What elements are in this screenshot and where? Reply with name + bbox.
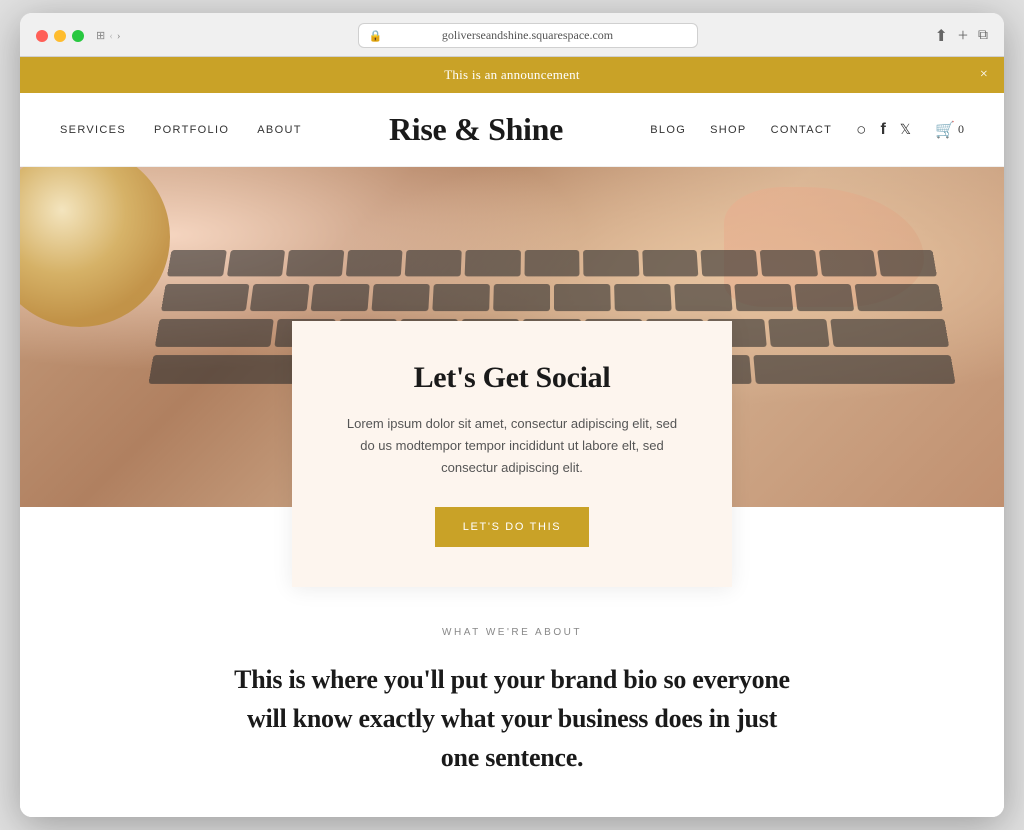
social-icons <box>856 120 911 140</box>
nav-left-links: SERVICES PORTFOLIO ABOUT <box>60 124 302 136</box>
browser-chrome: ⊞ ‹ › 🔒 goliverseandshine.squarespace.co… <box>20 13 1004 57</box>
cart-icon: 🛒 <box>935 120 955 140</box>
hero-section: Let's Get Social Lorem ipsum dolor sit a… <box>20 167 1004 507</box>
lock-icon: 🔒 <box>369 29 383 42</box>
nav-link-services[interactable]: SERVICES <box>60 124 126 136</box>
address-bar-wrap: 🔒 goliverseandshine.squarespace.com <box>133 23 923 48</box>
new-tab-icon[interactable]: + <box>958 25 968 46</box>
nav-link-shop[interactable]: SHOP <box>710 124 746 136</box>
address-bar[interactable]: 🔒 goliverseandshine.squarespace.com <box>358 23 698 48</box>
sidebar-toggle-icon[interactable]: ⊞ <box>96 29 105 42</box>
twitter-icon[interactable] <box>900 121 911 139</box>
back-button[interactable]: ‹ <box>109 30 113 42</box>
url-text: goliverseandshine.squarespace.com <box>442 28 613 42</box>
cart-button[interactable]: 🛒 0 <box>935 120 964 140</box>
nav-link-contact[interactable]: CONTACT <box>771 124 833 136</box>
tabs-icon[interactable]: ⧉ <box>978 28 988 44</box>
instagram-icon[interactable] <box>856 120 866 140</box>
hero-card: Let's Get Social Lorem ipsum dolor sit a… <box>292 321 732 587</box>
announcement-text: This is an announcement <box>444 67 580 82</box>
section-headline: This is where you'll put your brand bio … <box>232 660 792 777</box>
share-icon[interactable]: ⬆ <box>934 26 947 46</box>
browser-right-controls: ⬆ + ⧉ <box>934 25 988 46</box>
card-body: Lorem ipsum dolor sit amet, consectur ad… <box>342 413 682 479</box>
nav-link-blog[interactable]: BLOG <box>650 124 686 136</box>
website-content: This is an announcement × SERVICES PORTF… <box>20 57 1004 817</box>
section-eyebrow: WHAT WE'RE ABOUT <box>20 627 1004 638</box>
browser-nav-controls: ⊞ ‹ › <box>96 29 121 42</box>
site-logo[interactable]: Rise & Shine <box>389 111 563 148</box>
announcement-close-button[interactable]: × <box>980 67 988 83</box>
navigation: SERVICES PORTFOLIO ABOUT Rise & Shine BL… <box>20 93 1004 167</box>
nav-link-about[interactable]: ABOUT <box>257 124 302 136</box>
facebook-icon[interactable] <box>880 121 885 139</box>
minimize-button[interactable] <box>54 30 66 42</box>
traffic-lights <box>36 30 84 42</box>
cart-count: 0 <box>958 122 964 137</box>
coffee-cup-decoration <box>20 167 170 327</box>
card-title: Let's Get Social <box>342 361 682 395</box>
close-button[interactable] <box>36 30 48 42</box>
announcement-bar: This is an announcement × <box>20 57 1004 93</box>
nav-link-portfolio[interactable]: PORTFOLIO <box>154 124 229 136</box>
fullscreen-button[interactable] <box>72 30 84 42</box>
browser-window: ⊞ ‹ › 🔒 goliverseandshine.squarespace.co… <box>20 13 1004 817</box>
forward-button[interactable]: › <box>117 30 121 42</box>
nav-right-section: BLOG SHOP CONTACT 🛒 0 <box>650 120 964 140</box>
card-cta-button[interactable]: LET'S DO THIS <box>435 507 590 547</box>
